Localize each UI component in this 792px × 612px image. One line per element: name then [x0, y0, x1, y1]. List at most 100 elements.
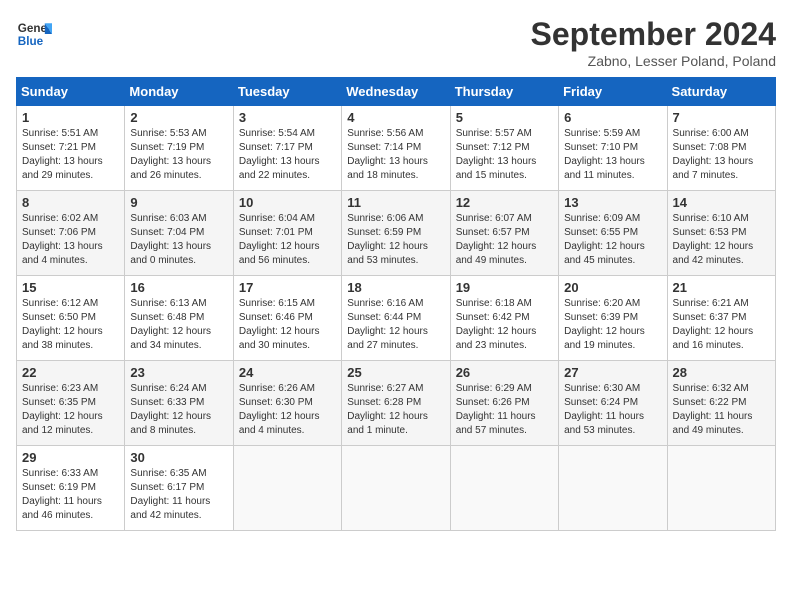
day-number: 22 [22, 365, 119, 380]
day-number: 24 [239, 365, 336, 380]
day-info: Sunrise: 6:21 AMSunset: 6:37 PMDaylight:… [673, 297, 770, 353]
calendar-cell [342, 446, 450, 531]
column-header-saturday: Saturday [667, 78, 775, 106]
day-info: Sunrise: 6:10 AMSunset: 6:53 PMDaylight:… [673, 212, 770, 268]
day-number: 2 [130, 110, 227, 125]
day-number: 6 [564, 110, 661, 125]
title-block: September 2024 Zabno, Lesser Poland, Pol… [531, 16, 776, 69]
calendar-cell: 2 Sunrise: 5:53 AMSunset: 7:19 PMDaylight… [125, 106, 233, 191]
calendar-cell: 30Sunrise: 6:35 AMSunset: 6:17 PMDayligh… [125, 446, 233, 531]
day-number: 8 [22, 195, 119, 210]
day-info: Sunrise: 6:16 AMSunset: 6:44 PMDaylight:… [347, 297, 444, 353]
calendar-cell: 4Sunrise: 5:56 AMSunset: 7:14 PMDaylight… [342, 106, 450, 191]
month-title: September 2024 [531, 16, 776, 53]
day-info: Sunrise: 6:33 AMSunset: 6:19 PMDaylight:… [22, 467, 119, 523]
calendar-cell [559, 446, 667, 531]
day-number: 12 [456, 195, 553, 210]
calendar-cell: 11 Sunrise: 6:06 AMSunset: 6:59 PMDayligh… [342, 191, 450, 276]
calendar-cell: 16Sunrise: 6:13 AMSunset: 6:48 PMDayligh… [125, 276, 233, 361]
day-info: Sunrise: 5:53 AMSunset: 7:19 PMDaylight:… [130, 127, 227, 183]
day-info: Sunrise: 6:12 AMSunset: 6:50 PMDaylight:… [22, 297, 119, 353]
day-info: Sunrise: 6:27 AMSunset: 6:28 PMDaylight:… [347, 382, 444, 438]
day-number: 25 [347, 365, 444, 380]
day-number: 21 [673, 280, 770, 295]
calendar-cell: 6 Sunrise: 5:59 AMSunset: 7:10 PMDaylight… [559, 106, 667, 191]
day-number: 29 [22, 450, 119, 465]
calendar-cell: 17 Sunrise: 6:15 AMSunset: 6:46 PMDayligh… [233, 276, 341, 361]
calendar-row-4: 22 Sunrise: 6:23 AMSunset: 6:35 PMDayligh… [17, 361, 776, 446]
calendar-cell: 15 Sunrise: 6:12 AMSunset: 6:50 PMDayligh… [17, 276, 125, 361]
day-number: 1 [22, 110, 119, 125]
day-number: 19 [456, 280, 553, 295]
day-info: Sunrise: 5:59 AMSunset: 7:10 PMDaylight:… [564, 127, 661, 183]
day-info: Sunrise: 6:30 AMSunset: 6:24 PMDaylight:… [564, 382, 661, 438]
calendar-cell: 14 Sunrise: 6:10 AMSunset: 6:53 PMDayligh… [667, 191, 775, 276]
day-number: 28 [673, 365, 770, 380]
calendar-cell: 23 Sunrise: 6:24 AMSunset: 6:33 PMDayligh… [125, 361, 233, 446]
logo: General Blue [16, 16, 52, 52]
calendar-cell: 20Sunrise: 6:20 AMSunset: 6:39 PMDayligh… [559, 276, 667, 361]
day-number: 13 [564, 195, 661, 210]
day-info: Sunrise: 6:20 AMSunset: 6:39 PMDaylight:… [564, 297, 661, 353]
calendar-cell: 7 Sunrise: 6:00 AMSunset: 7:08 PMDaylight… [667, 106, 775, 191]
calendar-cell: 22 Sunrise: 6:23 AMSunset: 6:35 PMDayligh… [17, 361, 125, 446]
day-number: 26 [456, 365, 553, 380]
day-info: Sunrise: 6:02 AMSunset: 7:06 PMDaylight:… [22, 212, 119, 268]
calendar-cell: 8 Sunrise: 6:02 AMSunset: 7:06 PMDaylight… [17, 191, 125, 276]
calendar-cell: 12 Sunrise: 6:07 AMSunset: 6:57 PMDayligh… [450, 191, 558, 276]
calendar-cell: 29 Sunrise: 6:33 AMSunset: 6:19 PMDayligh… [17, 446, 125, 531]
page-header: General Blue September 2024 Zabno, Lesse… [16, 16, 776, 69]
day-info: Sunrise: 6:18 AMSunset: 6:42 PMDaylight:… [456, 297, 553, 353]
calendar-cell [450, 446, 558, 531]
calendar-row-3: 15 Sunrise: 6:12 AMSunset: 6:50 PMDayligh… [17, 276, 776, 361]
calendar-cell: 25 Sunrise: 6:27 AMSunset: 6:28 PMDayligh… [342, 361, 450, 446]
calendar-table: SundayMondayTuesdayWednesdayThursdayFrid… [16, 77, 776, 531]
day-number: 27 [564, 365, 661, 380]
day-number: 14 [673, 195, 770, 210]
day-info: Sunrise: 6:03 AMSunset: 7:04 PMDaylight:… [130, 212, 227, 268]
calendar-cell [667, 446, 775, 531]
day-info: Sunrise: 6:13 AMSunset: 6:48 PMDaylight:… [130, 297, 227, 353]
location: Zabno, Lesser Poland, Poland [531, 53, 776, 69]
day-info: Sunrise: 5:54 AMSunset: 7:17 PMDaylight:… [239, 127, 336, 183]
calendar-cell: 3 Sunrise: 5:54 AMSunset: 7:17 PMDaylight… [233, 106, 341, 191]
day-info: Sunrise: 6:24 AMSunset: 6:33 PMDaylight:… [130, 382, 227, 438]
day-number: 7 [673, 110, 770, 125]
column-header-thursday: Thursday [450, 78, 558, 106]
day-number: 17 [239, 280, 336, 295]
calendar-header-row: SundayMondayTuesdayWednesdayThursdayFrid… [17, 78, 776, 106]
calendar-cell: 24Sunrise: 6:26 AMSunset: 6:30 PMDayligh… [233, 361, 341, 446]
day-number: 23 [130, 365, 227, 380]
day-info: Sunrise: 6:00 AMSunset: 7:08 PMDaylight:… [673, 127, 770, 183]
day-info: Sunrise: 6:15 AMSunset: 6:46 PMDaylight:… [239, 297, 336, 353]
logo-icon: General Blue [16, 16, 52, 52]
calendar-cell: 27 Sunrise: 6:30 AMSunset: 6:24 PMDayligh… [559, 361, 667, 446]
day-number: 15 [22, 280, 119, 295]
column-header-wednesday: Wednesday [342, 78, 450, 106]
svg-text:Blue: Blue [18, 35, 44, 48]
calendar-cell: 26 Sunrise: 6:29 AMSunset: 6:26 PMDayligh… [450, 361, 558, 446]
day-info: Sunrise: 6:04 AMSunset: 7:01 PMDaylight:… [239, 212, 336, 268]
calendar-cell [233, 446, 341, 531]
calendar-row-2: 8 Sunrise: 6:02 AMSunset: 7:06 PMDaylight… [17, 191, 776, 276]
day-number: 18 [347, 280, 444, 295]
day-info: Sunrise: 6:06 AMSunset: 6:59 PMDaylight:… [347, 212, 444, 268]
calendar-row-5: 29 Sunrise: 6:33 AMSunset: 6:19 PMDayligh… [17, 446, 776, 531]
calendar-row-1: 1Sunrise: 5:51 AMSunset: 7:21 PMDaylight… [17, 106, 776, 191]
calendar-cell: 18 Sunrise: 6:16 AMSunset: 6:44 PMDayligh… [342, 276, 450, 361]
day-info: Sunrise: 6:07 AMSunset: 6:57 PMDaylight:… [456, 212, 553, 268]
calendar-cell: 1Sunrise: 5:51 AMSunset: 7:21 PMDaylight… [17, 106, 125, 191]
calendar-cell: 13Sunrise: 6:09 AMSunset: 6:55 PMDayligh… [559, 191, 667, 276]
day-number: 9 [130, 195, 227, 210]
day-info: Sunrise: 6:29 AMSunset: 6:26 PMDaylight:… [456, 382, 553, 438]
day-info: Sunrise: 6:23 AMSunset: 6:35 PMDaylight:… [22, 382, 119, 438]
column-header-tuesday: Tuesday [233, 78, 341, 106]
calendar-cell: 10Sunrise: 6:04 AMSunset: 7:01 PMDayligh… [233, 191, 341, 276]
calendar-cell: 21 Sunrise: 6:21 AMSunset: 6:37 PMDayligh… [667, 276, 775, 361]
day-number: 5 [456, 110, 553, 125]
column-header-monday: Monday [125, 78, 233, 106]
day-number: 11 [347, 195, 444, 210]
day-info: Sunrise: 6:32 AMSunset: 6:22 PMDaylight:… [673, 382, 770, 438]
day-number: 3 [239, 110, 336, 125]
column-header-friday: Friday [559, 78, 667, 106]
